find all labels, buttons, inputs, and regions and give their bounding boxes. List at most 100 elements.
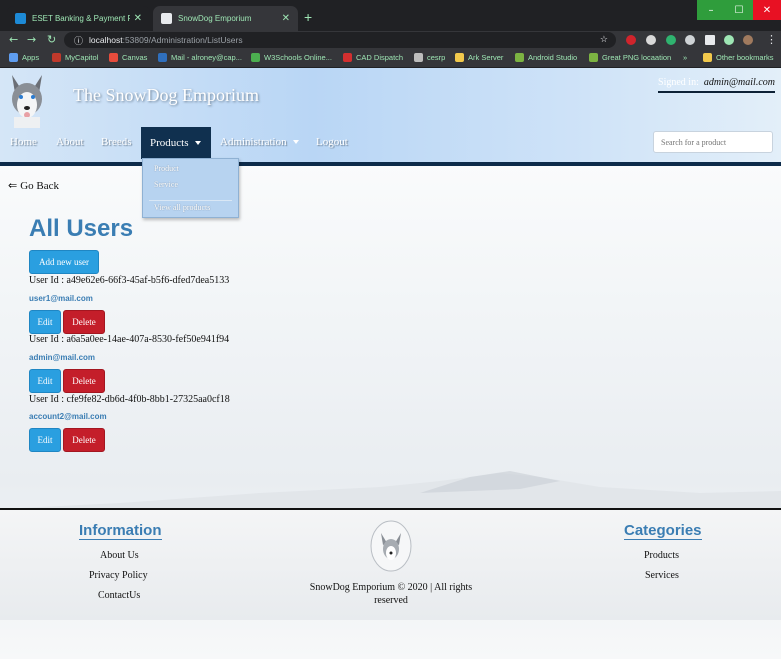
new-tab-icon[interactable]: + bbox=[304, 9, 312, 25]
go-back-link[interactable]: ⇐ Go Back bbox=[8, 179, 59, 192]
snowdog-emblem-icon bbox=[370, 520, 412, 572]
bookmark-mycapitol[interactable]: MyCapitol bbox=[52, 53, 98, 62]
site-info-icon[interactable]: ⓘ bbox=[74, 34, 83, 47]
window-controls: – ☐ ✕ bbox=[697, 0, 781, 20]
maximize-icon[interactable]: ☐ bbox=[725, 0, 753, 20]
forward-arrow-icon[interactable]: → bbox=[27, 33, 36, 46]
menu-divider bbox=[149, 200, 232, 201]
bookmark-png-location[interactable]: Great PNG locaation bbox=[589, 53, 671, 62]
bookmark-apps[interactable]: Apps bbox=[9, 53, 39, 62]
page-title: All Users bbox=[29, 215, 134, 242]
menu-item-product[interactable]: Product bbox=[154, 164, 179, 173]
tab-title: ESET Banking & Payment Protect bbox=[32, 14, 130, 23]
browser-tab-eset[interactable]: ESET Banking & Payment Protect ✕ bbox=[7, 6, 150, 31]
footer-categories-heading: Categories bbox=[624, 522, 702, 540]
site-footer: Information About Us Privacy Policy Cont… bbox=[0, 510, 781, 620]
delete-user-button[interactable]: Delete bbox=[63, 428, 105, 452]
edit-user-button[interactable]: Edit bbox=[29, 428, 61, 452]
bookmark-favicon-icon bbox=[251, 53, 260, 62]
address-bar[interactable]: ⓘ localhost:53809/Administration/ListUse… bbox=[64, 32, 616, 48]
user-id-text: User Id : cfe9fe82-db6d-4f0b-8bb1-27325a… bbox=[29, 394, 230, 405]
browser-tab-bar: ESET Banking & Payment Protect ✕ SnowDog… bbox=[0, 0, 781, 31]
bookmark-mail[interactable]: Mail - alroney@cap... bbox=[158, 53, 242, 62]
bookmark-canvas[interactable]: Canvas bbox=[109, 53, 147, 62]
close-tab-icon[interactable]: ✕ bbox=[134, 13, 142, 24]
bookmark-favicon-icon bbox=[109, 53, 118, 62]
bookmark-favicon-icon bbox=[589, 53, 598, 62]
bookmark-star-icon[interactable]: ☆ bbox=[600, 34, 608, 45]
caret-down-icon bbox=[194, 141, 201, 145]
snowy-hills-background bbox=[0, 471, 781, 509]
edit-user-button[interactable]: Edit bbox=[29, 310, 61, 334]
nav-logout[interactable]: Logout bbox=[316, 136, 348, 148]
url-path: :53809/Administration/ListUsers bbox=[122, 35, 243, 45]
footer-link-privacy-policy[interactable]: Privacy Policy bbox=[89, 570, 148, 581]
delete-user-button[interactable]: Delete bbox=[63, 369, 105, 393]
back-arrow-icon[interactable]: ← bbox=[9, 33, 18, 46]
folder-icon bbox=[455, 53, 464, 62]
footer-link-services[interactable]: Services bbox=[645, 570, 679, 581]
site-header: The SnowDog Emporium Signed in: admin@mai… bbox=[0, 68, 781, 164]
extension-icon[interactable] bbox=[666, 35, 676, 45]
bookmark-cad-dispatch[interactable]: CAD Dispatch bbox=[343, 53, 403, 62]
profile-avatar[interactable] bbox=[743, 35, 753, 45]
url-host: localhost bbox=[89, 35, 123, 45]
back-arrow-icon: ⇐ bbox=[8, 179, 18, 192]
browser-tab-snowdog[interactable]: SnowDog Emporium ✕ bbox=[153, 6, 298, 31]
bookmark-cesrp[interactable]: cesrp bbox=[414, 53, 445, 62]
bookmarks-overflow-icon[interactable]: » bbox=[683, 53, 687, 62]
nav-about[interactable]: About bbox=[56, 136, 84, 148]
user-email: account2@mail.com bbox=[29, 412, 107, 421]
nav-products[interactable]: Products bbox=[141, 127, 211, 159]
tab-title: SnowDog Emporium bbox=[178, 14, 252, 23]
footer-link-contact-us[interactable]: ContactUs bbox=[98, 590, 140, 601]
nav-products-label: Products bbox=[150, 137, 189, 149]
reload-icon[interactable]: ↻ bbox=[47, 33, 56, 46]
extension-icon[interactable] bbox=[705, 35, 715, 45]
main-navbar: Home About Breeds Products Administratio… bbox=[0, 127, 781, 159]
browser-toolbar: ← → ↻ ⓘ localhost:53809/Administration/L… bbox=[0, 31, 781, 49]
footer-link-products[interactable]: Products bbox=[644, 550, 679, 561]
copyright-text: SnowDog Emporium © 2020 | All rights res… bbox=[309, 582, 473, 606]
signed-in-label: Signed in: bbox=[658, 77, 699, 88]
nav-home[interactable]: Home bbox=[10, 136, 37, 148]
product-search-input[interactable] bbox=[653, 131, 773, 153]
close-window-icon[interactable]: ✕ bbox=[753, 0, 781, 20]
nav-breeds[interactable]: Breeds bbox=[101, 136, 132, 148]
bookmark-favicon-icon bbox=[414, 53, 423, 62]
menu-item-view-all-products[interactable]: View all products bbox=[154, 203, 210, 212]
footer-information-heading: Information bbox=[79, 522, 162, 540]
products-dropdown-menu: Product Service View all products bbox=[142, 158, 239, 218]
bookmark-favicon-icon bbox=[343, 53, 352, 62]
user-email: admin@mail.com bbox=[29, 353, 96, 362]
browser-menu-icon[interactable]: ⋮ bbox=[766, 33, 777, 46]
bookmark-other-bookmarks[interactable]: Other bookmarks bbox=[703, 53, 774, 62]
bookmarks-bar: Apps MyCapitol Canvas Mail - alroney@cap… bbox=[0, 49, 781, 68]
bookmark-favicon-icon bbox=[52, 53, 61, 62]
edit-user-button[interactable]: Edit bbox=[29, 369, 61, 393]
caret-down-icon bbox=[292, 140, 299, 145]
bookmark-android-studio[interactable]: Android Studio bbox=[515, 53, 577, 62]
apps-grid-icon bbox=[9, 53, 18, 62]
user-id-text: User Id : a6a5a0ee-14ae-407a-8530-fef50e… bbox=[29, 334, 230, 345]
site-title[interactable]: The SnowDog Emporium bbox=[73, 85, 259, 106]
add-new-user-button[interactable]: Add new user bbox=[29, 250, 99, 274]
footer-link-about-us[interactable]: About Us bbox=[100, 550, 139, 561]
extension-icon[interactable] bbox=[685, 35, 695, 45]
signed-in-status: Signed in: admin@mail.com bbox=[658, 77, 775, 93]
husky-logo-icon[interactable] bbox=[6, 71, 48, 128]
bookmark-favicon-icon bbox=[158, 53, 167, 62]
close-tab-icon[interactable]: ✕ bbox=[282, 13, 290, 24]
bookmark-w3schools[interactable]: W3Schools Online... bbox=[251, 53, 332, 62]
extensions-puzzle-icon[interactable] bbox=[724, 35, 734, 45]
bookmark-ark-server[interactable]: Ark Server bbox=[455, 53, 503, 62]
signed-in-user: admin@mail.com bbox=[703, 77, 775, 88]
delete-user-button[interactable]: Delete bbox=[63, 310, 105, 334]
bookmark-favicon-icon bbox=[515, 53, 524, 62]
nav-administration[interactable]: Administration bbox=[220, 136, 299, 148]
adblock-extension-icon[interactable] bbox=[626, 35, 636, 45]
minimize-icon[interactable]: – bbox=[697, 0, 725, 20]
extension-icon[interactable] bbox=[646, 35, 656, 45]
user-id-text: User Id : a49e62e6-66f3-45af-b5f6-dfed7d… bbox=[29, 275, 230, 286]
menu-item-service[interactable]: Service bbox=[154, 180, 178, 189]
